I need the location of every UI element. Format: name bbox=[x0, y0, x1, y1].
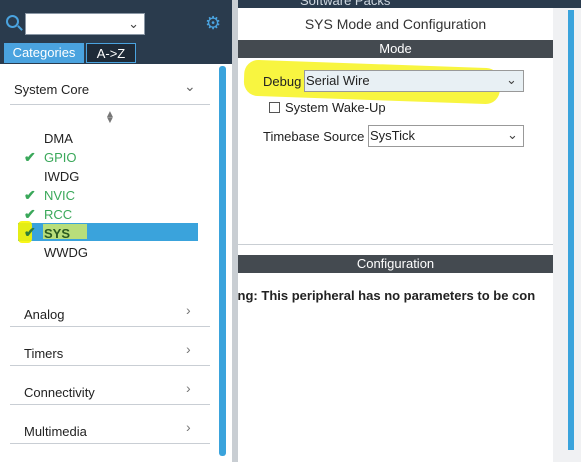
right-toolbar bbox=[238, 0, 581, 8]
category-label: System Core bbox=[14, 82, 90, 97]
mode-header: Mode bbox=[238, 40, 553, 58]
right-scroll-area bbox=[553, 8, 581, 462]
tab-categories[interactable]: Categories bbox=[4, 43, 84, 63]
list-item-dma[interactable]: DMA bbox=[44, 131, 73, 146]
chevron-down-icon[interactable]: ⌄ bbox=[507, 127, 518, 143]
list-item-sys[interactable]: SYS bbox=[44, 226, 70, 241]
list-item-iwdg[interactable]: IWDG bbox=[44, 169, 79, 184]
category-label: Multimedia bbox=[24, 424, 87, 439]
gear-icon[interactable]: ⚙ bbox=[205, 14, 223, 32]
timebase-label: Timebase Source bbox=[263, 129, 365, 144]
category-label: Connectivity bbox=[24, 385, 95, 400]
wakeup-checkbox[interactable] bbox=[269, 102, 280, 113]
debug-select-value[interactable]: Serial Wire bbox=[306, 73, 370, 88]
chevron-down-icon[interactable]: ⌄ bbox=[184, 78, 196, 95]
warning-text: ning: This peripheral has no parameters … bbox=[238, 288, 536, 303]
warning-message: ning: This peripheral has no parameters … bbox=[238, 288, 553, 303]
chevron-right-icon[interactable]: › bbox=[186, 341, 191, 357]
scrollbar[interactable] bbox=[219, 66, 226, 456]
list-item-wwdg[interactable]: WWDG bbox=[44, 245, 88, 260]
chevron-right-icon[interactable]: › bbox=[186, 419, 191, 435]
configuration-header: Configuration bbox=[238, 255, 553, 273]
chevron-right-icon[interactable]: › bbox=[186, 380, 191, 396]
list-item-gpio[interactable]: GPIO bbox=[44, 150, 77, 165]
category-label: Analog bbox=[24, 307, 65, 322]
search-icon[interactable] bbox=[6, 15, 19, 28]
wakeup-label[interactable]: System Wake-Up bbox=[285, 100, 386, 115]
sort-icon[interactable]: ▲ ▼ bbox=[105, 110, 115, 126]
tab-a-to-z[interactable]: A->Z bbox=[86, 43, 136, 63]
timebase-select-value[interactable]: SysTick bbox=[370, 128, 415, 143]
chevron-down-icon[interactable]: ⌄ bbox=[128, 16, 139, 32]
chevron-down-icon[interactable]: ⌄ bbox=[506, 72, 517, 88]
software-packs-label[interactable]: Software Packs bbox=[300, 0, 390, 8]
divider bbox=[238, 244, 553, 245]
check-icon: ✔ bbox=[24, 224, 36, 240]
chevron-right-icon[interactable]: › bbox=[186, 302, 191, 318]
search-input[interactable]: ⌄ bbox=[25, 13, 145, 35]
list-item-rcc[interactable]: RCC bbox=[44, 207, 72, 222]
check-icon: ✔ bbox=[24, 187, 36, 203]
scrollbar[interactable] bbox=[568, 10, 574, 450]
list-item-nvic[interactable]: NVIC bbox=[44, 188, 75, 203]
page-title: SYS Mode and Configuration bbox=[304, 16, 487, 32]
debug-label: Debug bbox=[263, 74, 302, 89]
category-label: Timers bbox=[24, 346, 64, 361]
check-icon: ✔ bbox=[24, 149, 36, 165]
